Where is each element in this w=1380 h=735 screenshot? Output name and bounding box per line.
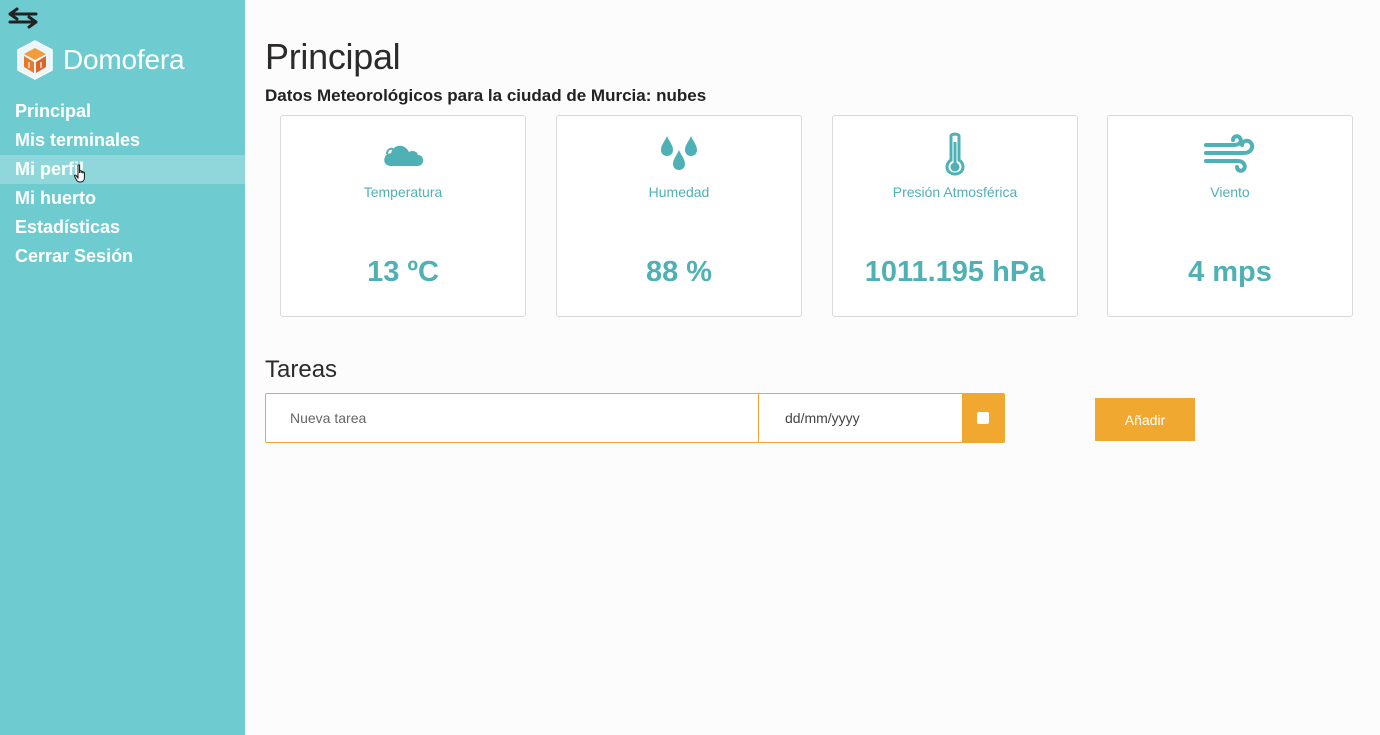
card-label: Presión Atmosférica	[892, 184, 1018, 200]
humidity-card: Humedad 88 %	[556, 115, 802, 317]
task-form	[265, 393, 1005, 443]
add-task-button[interactable]: Añadir	[1095, 398, 1195, 441]
brand-name: Domofera	[63, 44, 185, 75]
sidebar-item-principal[interactable]: Principal	[0, 97, 245, 126]
sidebar-nav: Principal Mis terminales Mi perfil Mi hu…	[0, 97, 245, 271]
card-label: Humedad	[648, 184, 710, 200]
droplets-icon	[661, 136, 697, 170]
card-label: Viento	[1210, 184, 1250, 200]
pressure-card: Presión Atmosférica 1011.195 hPa	[832, 115, 1078, 317]
new-task-input[interactable]	[266, 394, 759, 442]
thermometer-icon	[945, 132, 965, 176]
card-value: 1011.195 hPa	[864, 256, 1046, 288]
logo-icon	[17, 40, 53, 80]
card-value: 13 ºC	[367, 256, 439, 288]
tasks-title: Tareas	[265, 356, 338, 383]
sidebar-item-mis-terminales[interactable]: Mis terminales	[0, 126, 245, 155]
card-value: 88 %	[645, 256, 713, 288]
toggle-sidebar-icon[interactable]	[8, 7, 38, 29]
page-title: Principal	[265, 36, 401, 77]
task-date-input[interactable]	[759, 394, 962, 442]
sidebar-item-cerrar-sesion[interactable]: Cerrar Sesión	[0, 242, 245, 271]
weather-subtitle: Datos Meteorológicos para la ciudad de M…	[265, 86, 707, 105]
sidebar: Domofera Principal Mis terminales Mi per…	[0, 0, 245, 735]
card-label: Temperatura	[363, 184, 443, 200]
wind-icon	[1204, 134, 1255, 173]
weather-cards: Temperatura 13 ºC Humedad 88 % Presión A…	[280, 115, 1353, 317]
card-value: 4 mps	[1188, 256, 1272, 288]
sidebar-item-mi-perfil[interactable]: Mi perfil	[0, 155, 245, 184]
task-checkbox[interactable]	[962, 394, 1004, 442]
sidebar-item-estadisticas[interactable]: Estadísticas	[0, 213, 245, 242]
cloud-icon	[384, 145, 424, 166]
brand[interactable]: Domofera	[16, 40, 185, 80]
checkbox-square	[977, 412, 989, 424]
sidebar-item-mi-huerto[interactable]: Mi huerto	[0, 184, 245, 213]
temperature-card: Temperatura 13 ºC	[280, 115, 526, 317]
hand-cursor-icon	[74, 164, 85, 183]
wind-card: Viento 4 mps	[1107, 115, 1353, 317]
